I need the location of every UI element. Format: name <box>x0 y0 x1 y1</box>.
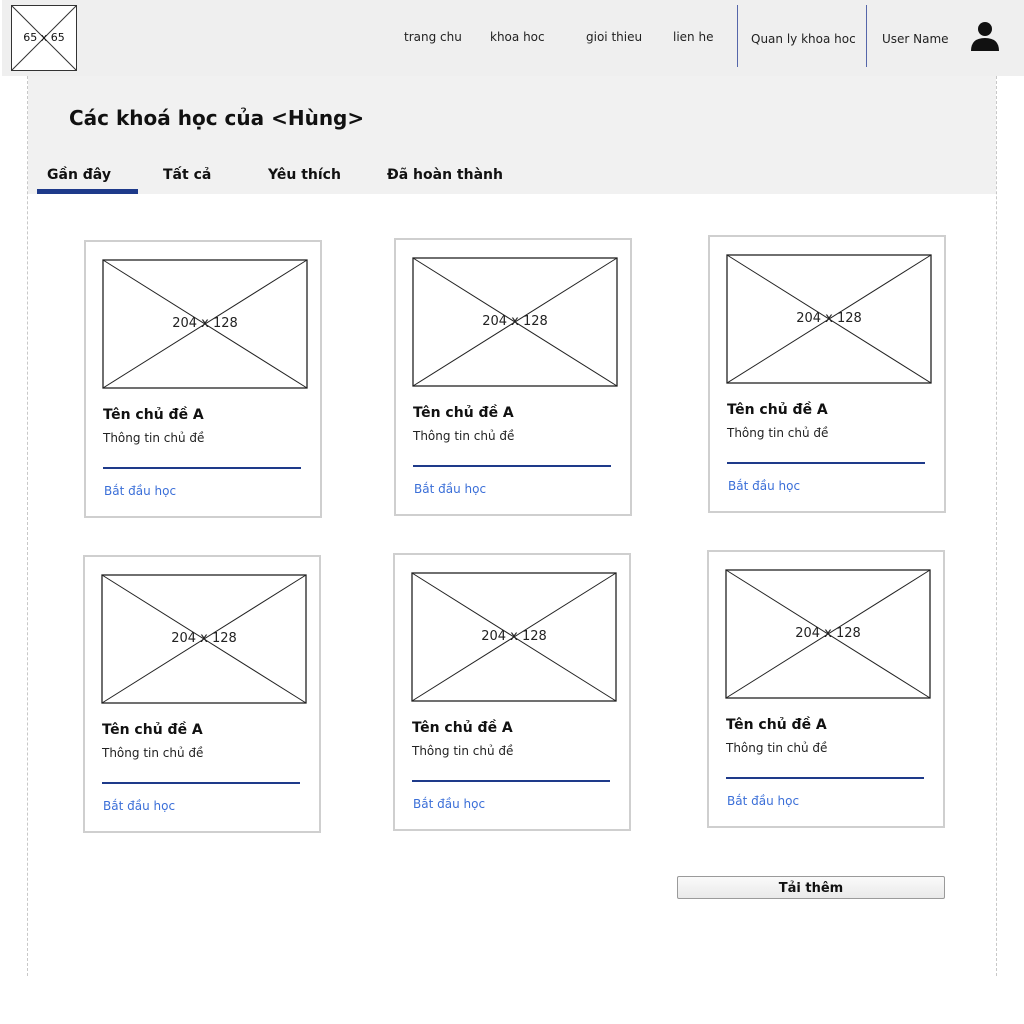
card-progress-line <box>102 782 300 784</box>
course-card[interactable]: 204 x 128 Tên chủ đề A Thông tin chủ đề Bắt… <box>394 238 632 516</box>
course-card[interactable]: 204 x 128 Tên chủ đề A Thông tin chủ đề Bắt… <box>393 553 631 831</box>
card-description: Thông tin chủ đề <box>102 746 204 760</box>
page-title: Các khoá học của <Hùng> <box>69 106 365 130</box>
tab-yeu-thich[interactable]: Yêu thích <box>268 167 341 183</box>
card-progress-line <box>727 462 925 464</box>
thumbnail-size-label: 204 x 128 <box>795 626 861 641</box>
thumbnail-size-label: 204 x 128 <box>171 631 237 646</box>
card-title: Tên chủ đề A <box>726 717 827 733</box>
thumbnail-size-label: 204 x 128 <box>482 314 548 329</box>
page-frame-right <box>996 76 997 976</box>
card-description: Thông tin chủ đề <box>726 741 828 755</box>
card-progress-line <box>726 777 924 779</box>
card-description: Thông tin chủ đề <box>103 431 205 445</box>
nav-divider <box>737 5 738 67</box>
card-title: Tên chủ đề A <box>103 407 204 423</box>
user-icon[interactable] <box>970 20 1000 52</box>
thumbnail-size-label: 204 x 128 <box>481 629 547 644</box>
active-tab-indicator <box>37 189 138 194</box>
card-progress-line <box>103 467 301 469</box>
card-description: Thông tin chủ đề <box>727 426 829 440</box>
nav-gioi-thieu[interactable]: gioi thieu <box>586 30 642 44</box>
course-card[interactable]: 204 x 128 Tên chủ đề A Thông tin chủ đề Bắt… <box>707 550 945 828</box>
nav-lien-he[interactable]: lien he <box>673 30 713 44</box>
nav-trang-chu[interactable]: trang chu <box>404 30 462 44</box>
logo-label: 65 x 65 <box>23 31 65 44</box>
card-title: Tên chủ đề A <box>727 402 828 418</box>
start-learning-link[interactable]: Bắt đầu học <box>104 484 176 498</box>
start-learning-link[interactable]: Bắt đầu học <box>728 479 800 493</box>
page-frame-left <box>27 76 28 976</box>
tab-da-hoan-thanh[interactable]: Đã hoàn thành <box>387 167 503 183</box>
nav-divider <box>866 5 867 67</box>
start-learning-link[interactable]: Bắt đầu học <box>727 794 799 808</box>
start-learning-link[interactable]: Bắt đầu học <box>414 482 486 496</box>
user-name[interactable]: User Name <box>882 32 949 46</box>
nav-khoa-hoc[interactable]: khoa hoc <box>490 30 545 44</box>
course-card[interactable]: 204 x 128 Tên chủ đề A Thông tin chủ đề Bắt… <box>83 555 321 833</box>
card-title: Tên chủ đề A <box>413 405 514 421</box>
start-learning-link[interactable]: Bắt đầu học <box>413 797 485 811</box>
thumbnail-size-label: 204 x 128 <box>172 316 238 331</box>
card-description: Thông tin chủ đề <box>412 744 514 758</box>
start-learning-link[interactable]: Bắt đầu học <box>103 799 175 813</box>
card-progress-line <box>412 780 610 782</box>
tab-tat-ca[interactable]: Tất cả <box>163 167 211 183</box>
tab-gan-day[interactable]: Gần đây <box>47 167 111 183</box>
course-card[interactable]: 204 x 128 Tên chủ đề A Thông tin chủ đề Bắt… <box>708 235 946 513</box>
card-description: Thông tin chủ đề <box>413 429 515 443</box>
thumbnail-size-label: 204 x 128 <box>796 311 862 326</box>
logo-placeholder[interactable]: 65 x 65 <box>11 5 77 71</box>
card-title: Tên chủ đề A <box>412 720 513 736</box>
load-more-button[interactable]: Tải thêm <box>677 876 945 899</box>
card-title: Tên chủ đề A <box>102 722 203 738</box>
nav-quan-ly-khoa-hoc[interactable]: Quan ly khoa hoc <box>751 32 856 46</box>
course-card[interactable]: 204 x 128 Tên chủ đề A Thông tin chủ đề Bắt… <box>84 240 322 518</box>
top-header: 65 x 65 trang chu khoa hoc gioi thieu li… <box>2 0 1024 76</box>
card-progress-line <box>413 465 611 467</box>
